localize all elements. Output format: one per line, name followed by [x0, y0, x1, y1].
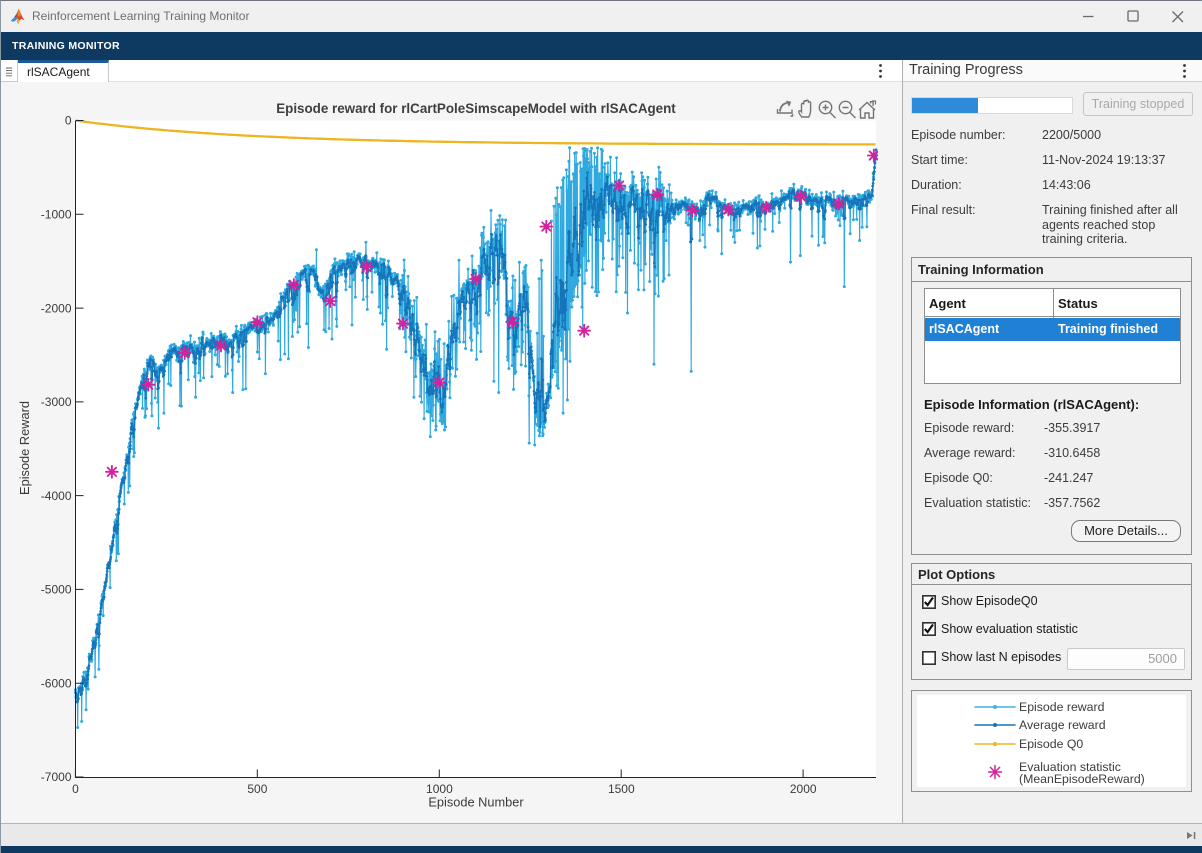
- svg-text:500: 500: [247, 782, 267, 796]
- svg-text:-3000: -3000: [41, 395, 72, 409]
- svg-text:Episode reward: Episode reward: [1019, 700, 1105, 714]
- svg-text:Average reward: Average reward: [1019, 718, 1106, 732]
- svg-text:-1000: -1000: [41, 208, 72, 222]
- svg-text:0: 0: [72, 782, 79, 796]
- svg-text:Episode Reward: Episode Reward: [17, 401, 32, 495]
- svg-text:-6000: -6000: [41, 676, 72, 690]
- svg-text:2000: 2000: [790, 782, 817, 796]
- svg-text:(MeanEpisodeReward): (MeanEpisodeReward): [1019, 772, 1145, 786]
- svg-text:1500: 1500: [608, 782, 635, 796]
- svg-text:-2000: -2000: [41, 301, 72, 315]
- svg-text:Episode reward for rlCartPoleS: Episode reward for rlCartPoleSimscapeMod…: [276, 101, 676, 116]
- svg-text:-5000: -5000: [41, 583, 72, 597]
- svg-text:Episode Number: Episode Number: [428, 795, 524, 810]
- svg-text:-4000: -4000: [41, 489, 72, 503]
- svg-text:0: 0: [65, 114, 72, 128]
- svg-text:-7000: -7000: [41, 770, 72, 784]
- svg-text:Episode Q0: Episode Q0: [1019, 737, 1083, 751]
